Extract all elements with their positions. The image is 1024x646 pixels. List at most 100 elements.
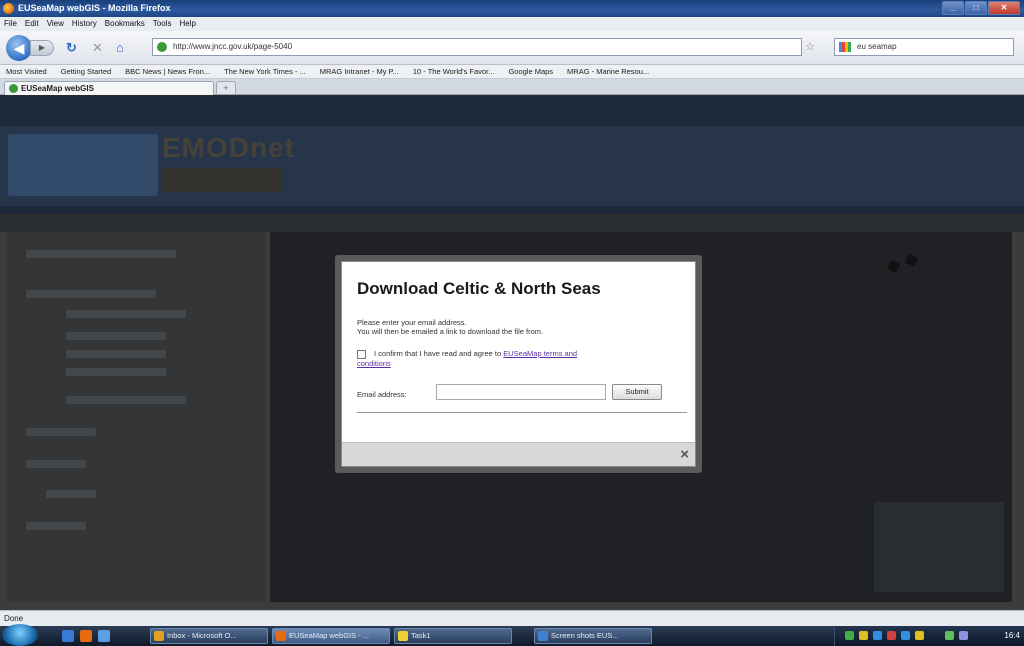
stop-icon[interactable]: ✕ [92, 40, 103, 56]
taskbar-button-label: Inbox - Microsoft O... [167, 631, 237, 640]
sidebar-row [26, 290, 156, 298]
back-button[interactable]: ◀ [6, 35, 32, 61]
taskbar-button[interactable]: Screen shots EUS... [534, 628, 652, 644]
clock[interactable]: 16:4 [1004, 629, 1020, 643]
taskbar-button[interactable]: Task1 [394, 628, 512, 644]
system-tray: 16:4 [834, 626, 1024, 646]
menu-history[interactable]: History [72, 17, 97, 31]
sidebar-row [66, 350, 166, 358]
taskbar-button[interactable]: Inbox - Microsoft O... [150, 628, 268, 644]
bookmark-item[interactable]: MRAG - Marine Resou... [567, 65, 649, 78]
dialog-instructions: Please enter your email address. You wil… [357, 318, 687, 336]
confirm-label: I confirm that I have read and agree to [374, 349, 502, 358]
reload-icon[interactable]: ↻ [66, 40, 77, 56]
forward-button[interactable]: ▶ [30, 40, 54, 56]
window-controls: _ □ ✕ [942, 1, 1020, 15]
menu-file[interactable]: File [4, 17, 17, 31]
bookmark-item[interactable]: The New York Times - ... [224, 65, 306, 78]
sidebar-row [26, 522, 86, 530]
bookmarks-toolbar: Most Visited Getting Started BBC News | … [0, 65, 1024, 79]
bookmark-item[interactable]: Getting Started [61, 65, 111, 78]
terms-confirm-text: I confirm that I have read and agree to … [357, 349, 687, 369]
tray-icon[interactable] [873, 631, 882, 640]
tray-icon[interactable] [887, 631, 896, 640]
dialog-footer: × [342, 442, 695, 466]
terms-confirm-row: I confirm that I have read and agree to … [357, 349, 687, 369]
search-text: eu seamap [857, 42, 897, 51]
terms-link-continued[interactable]: conditions [357, 359, 687, 369]
tray-icon[interactable] [915, 631, 924, 640]
close-icon[interactable]: × [680, 447, 689, 463]
menu-help[interactable]: Help [179, 17, 195, 31]
site-logo-graphic [8, 134, 158, 196]
tray-icon[interactable] [901, 631, 910, 640]
search-box[interactable]: eu seamap [834, 38, 1014, 56]
sidebar-row [26, 460, 86, 468]
tray-icon[interactable] [859, 631, 868, 640]
sidebar-row [26, 428, 96, 436]
page-nav-strip [0, 214, 1024, 232]
navigation-toolbar: ◀ ▶ ↻ ✕ ⌂ http://www.jncc.gov.uk/page-50… [0, 31, 1024, 65]
menu-view[interactable]: View [47, 17, 64, 31]
firefox-icon [276, 631, 286, 641]
bookmark-item[interactable]: 10 - The World's Favor... [413, 65, 495, 78]
new-tab-button[interactable]: + [216, 81, 236, 95]
folder-icon [398, 631, 408, 641]
sidebar-row [26, 250, 176, 258]
window-title: EUSeaMap webGIS - Mozilla Firefox [18, 3, 171, 13]
status-text: Done [4, 614, 24, 623]
address-bar[interactable]: http://www.jncc.gov.uk/page-5040 [152, 38, 802, 56]
outlook-icon [154, 631, 164, 641]
instruction-line: You will then be emailed a link to downl… [357, 327, 544, 336]
dialog-title: Download Celtic & North Seas [357, 279, 601, 298]
sidebar-row [46, 490, 96, 498]
site-identity-icon [157, 42, 167, 52]
quick-launch-icon[interactable] [62, 630, 74, 642]
maximize-button[interactable]: □ [965, 1, 987, 15]
volume-icon[interactable] [959, 631, 968, 640]
quick-launch-icon[interactable] [80, 630, 92, 642]
bookmark-item[interactable]: Google Maps [508, 65, 553, 78]
tray-icon[interactable] [845, 631, 854, 640]
menu-tools[interactable]: Tools [153, 17, 172, 31]
bookmark-item[interactable]: Most Visited [6, 65, 47, 78]
sidebar-row [66, 368, 166, 376]
submit-button[interactable]: Submit [612, 384, 662, 400]
bookmark-star-icon[interactable]: ☆ [805, 40, 815, 53]
tab-label: EUSeaMap webGIS [21, 84, 94, 93]
quick-launch-icon[interactable] [98, 630, 110, 642]
window-close-button[interactable]: ✕ [988, 1, 1020, 15]
os-taskbar: Inbox - Microsoft O... EUSeaMap webGIS -… [0, 624, 1024, 646]
menu-bookmarks[interactable]: Bookmarks [105, 17, 145, 31]
status-bar: Done [0, 610, 1024, 626]
layer-sidebar [6, 232, 266, 602]
tab-favicon-icon [9, 84, 18, 93]
bookmark-item[interactable]: BBC News | News Fron... [125, 65, 210, 78]
taskbar-button[interactable]: EUSeaMap webGIS - ... [272, 628, 390, 644]
search-engine-icon [839, 42, 851, 52]
email-label: Email address: [357, 390, 407, 399]
instruction-line: Please enter your email address. [357, 318, 467, 327]
minimize-button[interactable]: _ [942, 1, 964, 15]
url-text: http://www.jncc.gov.uk/page-5040 [173, 42, 293, 51]
sidebar-row [66, 310, 186, 318]
taskbar-button-label: Screen shots EUS... [551, 631, 619, 640]
download-dialog: Download Celtic & North Seas Please ente… [335, 255, 702, 473]
menu-edit[interactable]: Edit [25, 17, 39, 31]
map-feature-icon: ◆ ◆ [883, 247, 921, 278]
email-field[interactable] [436, 384, 606, 400]
download-dialog-body: Download Celtic & North Seas Please ente… [341, 261, 696, 467]
sidebar-row [66, 396, 186, 404]
start-button[interactable] [2, 624, 38, 646]
site-logo-text: EMODnet [162, 132, 295, 163]
network-icon[interactable] [945, 631, 954, 640]
taskbar-button-label: EUSeaMap webGIS - ... [289, 631, 370, 640]
terms-link[interactable]: EUSeaMap terms and [503, 349, 577, 358]
map-overview-panel [874, 502, 1004, 592]
tab-euseamap[interactable]: EUSeaMap webGIS [4, 81, 214, 95]
window-title-bar: EUSeaMap webGIS - Mozilla Firefox _ □ ✕ [0, 0, 1024, 17]
bookmark-item[interactable]: MRAG Intranet - My P... [320, 65, 399, 78]
terms-checkbox[interactable] [357, 350, 366, 359]
word-icon [538, 631, 548, 641]
home-icon[interactable]: ⌂ [116, 40, 124, 56]
